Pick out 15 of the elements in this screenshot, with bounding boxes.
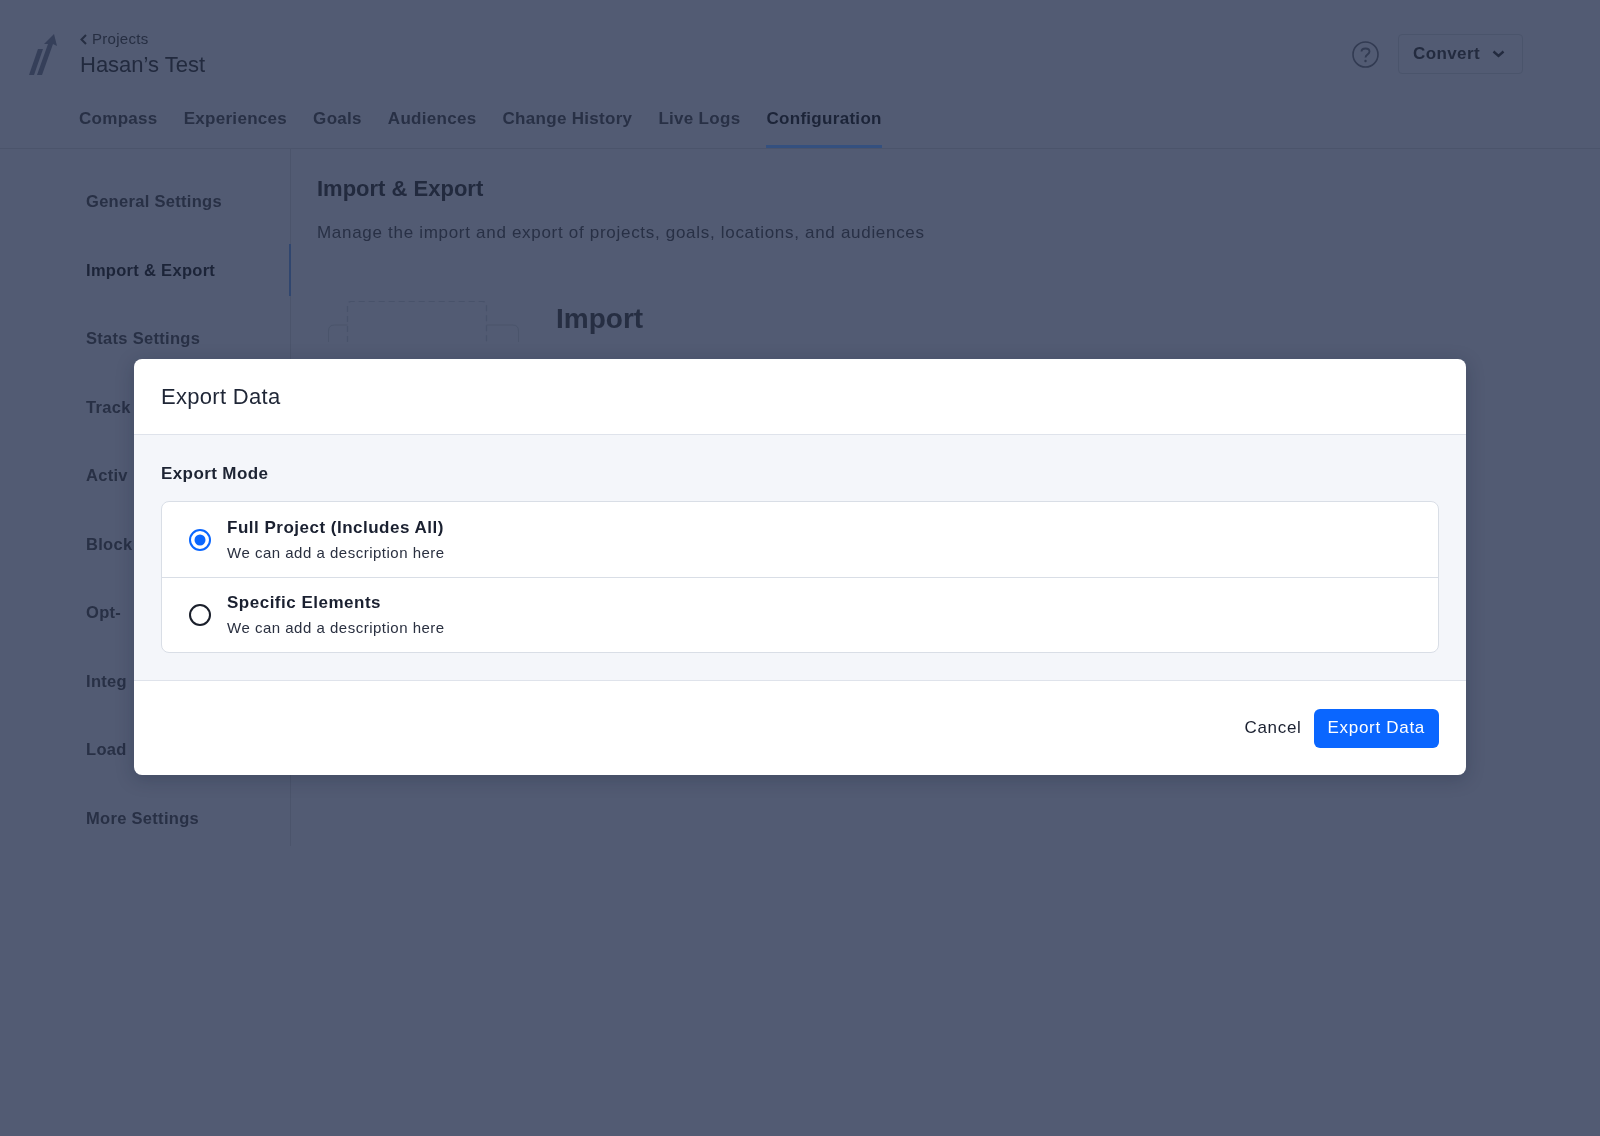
logo-icon (29, 33, 59, 75)
chevron-down-icon (1492, 50, 1505, 58)
option-title: Specific Elements (227, 592, 381, 614)
option-description: We can add a description here (227, 618, 445, 638)
cancel-button[interactable]: Cancel (1244, 708, 1302, 748)
option-description: We can add a description here (227, 542, 445, 563)
dialog-title: Export Data (161, 382, 281, 411)
radio-button[interactable] (189, 528, 211, 551)
radio-button[interactable] (189, 604, 211, 626)
option-title: Full Project (Includes All) (227, 516, 444, 539)
field-label: Export Mode (161, 463, 269, 485)
tab[interactable]: Configuration (766, 107, 882, 148)
sidebar-item[interactable]: Import & Export (86, 258, 216, 281)
export-button[interactable]: Export Data (1313, 708, 1439, 748)
chevron-left-icon (80, 33, 87, 45)
